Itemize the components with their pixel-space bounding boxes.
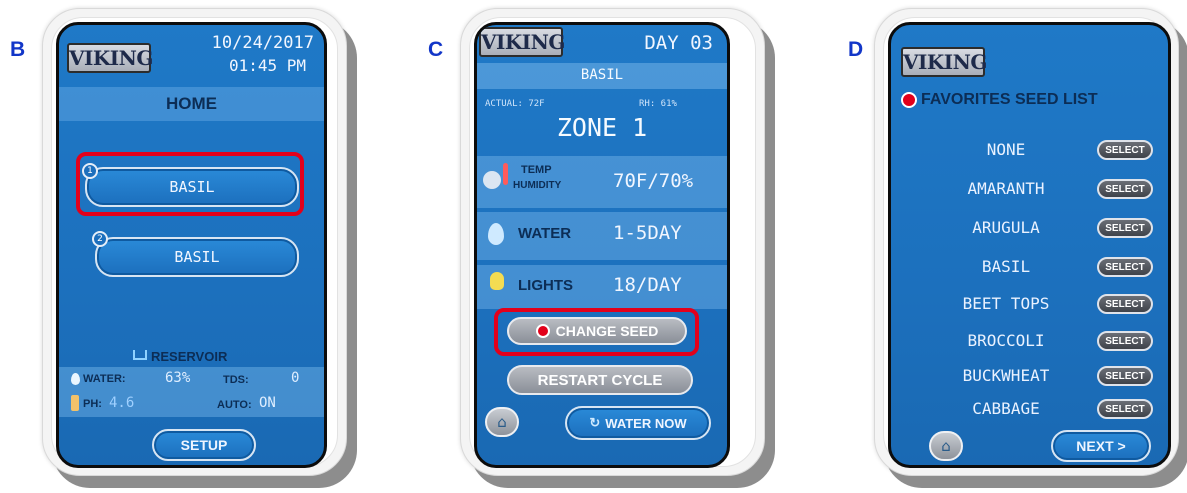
day-readout: DAY 03	[644, 32, 713, 54]
seed-name: BEET TOPS	[962, 294, 1050, 313]
seed-name: CABBAGE	[972, 399, 1040, 418]
seed-name: BASIL	[981, 257, 1031, 276]
select-button[interactable]: SELECT	[1097, 366, 1153, 386]
auto-value: ON	[259, 395, 276, 411]
light-bulb-icon	[490, 272, 504, 290]
tds-label: TDS:	[223, 374, 249, 386]
time-readout: 01:45 PM	[228, 56, 306, 75]
figure-stage: B VIKING 10/24/2017 01:45 PM HOME BASIL …	[0, 0, 1187, 493]
home-button[interactable]: ⌂	[485, 407, 519, 437]
highlight-slot-1	[76, 152, 304, 216]
select-button[interactable]: SELECT	[1097, 331, 1153, 351]
select-button[interactable]: SELECT	[1097, 257, 1153, 277]
tds-value: 0	[291, 370, 300, 386]
seed-name: BUCKWHEAT	[962, 366, 1050, 385]
screen-zone: VIKING DAY 03 BASIL ACTUAL: 72F RH: 61% …	[474, 22, 730, 468]
select-button[interactable]: SELECT	[1097, 294, 1153, 314]
water-drop-icon	[488, 223, 504, 245]
actual-temp: ACTUAL: 72F	[485, 99, 545, 109]
ph-label: PH:	[83, 398, 102, 410]
heart-icon	[901, 92, 917, 108]
fan-icon	[483, 171, 501, 189]
temp-humidity-value: 70F/70%	[613, 170, 694, 192]
viking-logo: VIKING	[901, 47, 987, 77]
restart-cycle-label: RESTART CYCLE	[537, 371, 663, 389]
temp-label: TEMP	[521, 164, 552, 176]
home-icon: ⌂	[497, 413, 507, 431]
select-button[interactable]: SELECT	[1097, 399, 1153, 419]
screen-home: VIKING 10/24/2017 01:45 PM HOME BASIL 1 …	[56, 22, 327, 468]
seed-name: BROCCOLI	[967, 331, 1045, 350]
slot-2-label: BASIL	[174, 248, 220, 266]
favorites-title: FAVORITES SEED LIST	[921, 91, 1098, 108]
select-button[interactable]: SELECT	[1097, 179, 1153, 199]
refresh-icon: ↻	[589, 415, 601, 430]
thermometer-icon	[503, 163, 508, 185]
water-schedule-value: 1-5DAY	[613, 222, 682, 244]
setup-label: SETUP	[180, 437, 228, 453]
water-value: 63%	[165, 370, 191, 386]
screen-favorites: VIKING FAVORITES SEED LIST NONE SELECT A…	[888, 22, 1171, 468]
select-button[interactable]: SELECT	[1097, 140, 1153, 160]
water-now-label: WATER NOW	[605, 415, 687, 431]
next-button[interactable]: NEXT >	[1051, 430, 1151, 462]
reservoir-icon	[133, 350, 147, 360]
water-now-button[interactable]: ↻ WATER NOW	[565, 406, 711, 440]
setup-button[interactable]: SETUP	[152, 429, 256, 461]
viking-logo: VIKING	[479, 27, 565, 57]
seed-name: AMARANTH	[967, 179, 1045, 198]
page-title: HOME	[166, 94, 217, 113]
lights-label: LIGHTS	[518, 277, 573, 294]
reservoir-title: RESERVOIR	[151, 349, 228, 364]
panel-letter-d: D	[848, 38, 864, 61]
water-drop-icon	[71, 373, 80, 385]
date-readout: 10/24/2017	[211, 33, 314, 53]
panel-letter-c: C	[428, 38, 444, 61]
home-icon: ⌂	[941, 437, 951, 455]
panel-letter-b: B	[10, 38, 26, 61]
restart-cycle-button[interactable]: RESTART CYCLE	[507, 365, 693, 395]
lights-schedule-value: 18/DAY	[613, 274, 682, 296]
select-button[interactable]: SELECT	[1097, 218, 1153, 238]
ph-meter-icon	[71, 395, 79, 411]
slot-2-button[interactable]: BASIL	[95, 237, 299, 277]
slot-2-number: 2	[92, 231, 108, 247]
ph-value: 4.6	[109, 395, 135, 411]
next-label: NEXT >	[1076, 438, 1126, 454]
seed-name: ARUGULA	[972, 218, 1040, 237]
relative-humidity: RH: 61%	[639, 99, 677, 109]
water-label: WATER	[518, 225, 572, 242]
humidity-label: HUMIDITY	[513, 180, 562, 191]
auto-label: AUTO:	[217, 399, 252, 411]
highlight-change-seed	[494, 308, 699, 356]
viking-logo: VIKING	[67, 43, 153, 73]
seed-name: NONE	[986, 140, 1026, 159]
home-button[interactable]: ⌂	[929, 431, 963, 461]
seed-title: BASIL	[580, 67, 624, 83]
water-label: WATER:	[83, 373, 126, 385]
zone-title: ZONE 1	[556, 113, 648, 142]
